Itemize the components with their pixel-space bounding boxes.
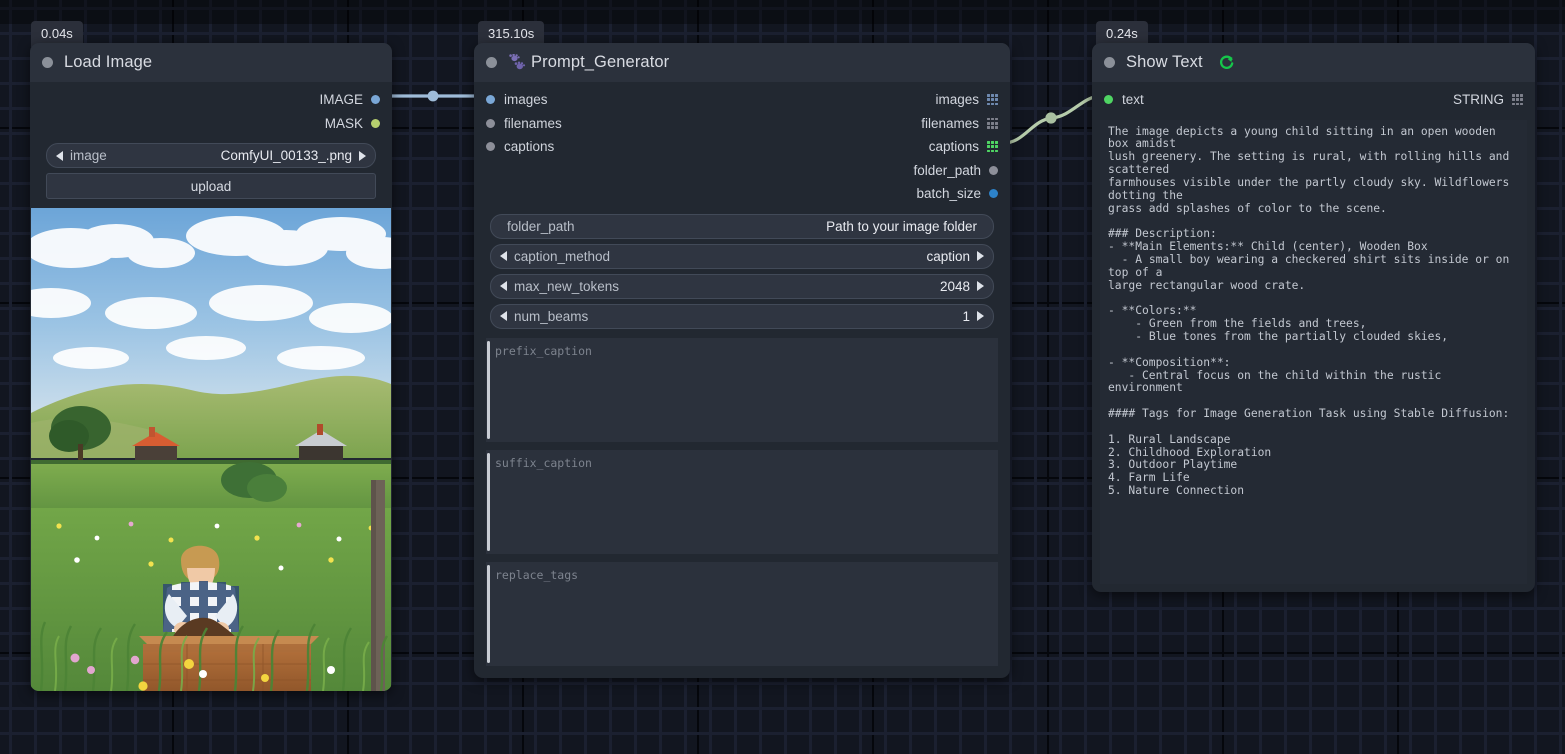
node-title-label: Load Image	[64, 53, 153, 71]
widget-folder-path[interactable]: folder_path Path to your image folder	[490, 213, 994, 239]
textarea-placeholder: suffix_caption	[495, 455, 592, 470]
output-slot-label: folder_path	[913, 162, 981, 178]
textarea-gap	[474, 553, 1010, 562]
paw-prints-icon	[508, 54, 527, 71]
show-text-output-panel[interactable]: The image depicts a young child sitting …	[1100, 119, 1527, 584]
widget-label: max_new_tokens	[514, 278, 620, 294]
input-slot-label: filenames	[504, 115, 562, 131]
widget-value: 1	[962, 308, 970, 324]
captions-output-grid-icon[interactable]	[987, 141, 998, 153]
refresh-icon[interactable]	[1218, 54, 1235, 71]
output-slot-label: MASK	[324, 115, 363, 131]
widget-value: caption	[926, 248, 970, 264]
textarea-gap	[474, 441, 1010, 450]
textarea-scrollbar[interactable]	[487, 564, 490, 663]
textarea-placeholder: prefix_caption	[495, 343, 592, 358]
widget-label: folder_path	[507, 218, 575, 234]
node-title-bar-show-text[interactable]: Show Text	[1092, 43, 1535, 82]
slot-row-filenames[interactable]: filenames filenames	[474, 112, 1010, 136]
textarea-scrollbar[interactable]	[487, 452, 490, 551]
widget-value: 2048	[939, 278, 970, 294]
chevron-left-icon[interactable]	[500, 281, 507, 291]
widget-value: ComfyUI_00133_.png	[220, 148, 352, 163]
textarea-suffix-caption[interactable]: suffix_caption	[486, 449, 998, 554]
filenames-output-grid-icon[interactable]	[987, 117, 998, 129]
node-load-image[interactable]: Load Image IMAGE MASK image ComfyUI_0013…	[30, 43, 392, 691]
slot-row-captions[interactable]: captions captions	[474, 135, 1010, 159]
slot-row-images[interactable]: images images	[474, 88, 1010, 112]
textarea-scrollbar[interactable]	[487, 340, 490, 439]
chevron-right-icon[interactable]	[977, 281, 984, 291]
node-body-load-image: IMAGE MASK image ComfyUI_00133_.png uplo…	[30, 82, 392, 691]
folder-path-output-dot-icon[interactable]	[989, 165, 998, 175]
output-slot-label: captions	[928, 139, 979, 155]
node-show-text[interactable]: Show Text text STRING The image depicts …	[1092, 43, 1535, 592]
upload-button-label: upload	[190, 178, 232, 194]
slot-row-batch-size-output[interactable]: batch_size	[474, 182, 1010, 206]
output-slot-label: batch_size	[916, 186, 981, 202]
output-slot-image[interactable]: IMAGE	[30, 88, 392, 112]
captions-input-dot-icon[interactable]	[486, 142, 495, 152]
collapse-dot-icon[interactable]	[486, 57, 497, 68]
text-input-dot-icon[interactable]	[1104, 95, 1113, 105]
chevron-left-icon[interactable]	[500, 251, 507, 261]
mask-output-dot-icon[interactable]	[371, 118, 380, 128]
node-title-bar-prompt-generator[interactable]: Prompt_Generator	[474, 43, 1010, 82]
node-body-prompt-generator: images images filenames filenames captio…	[474, 82, 1010, 678]
loaded-image-preview	[31, 208, 391, 691]
chevron-right-icon[interactable]	[977, 251, 984, 261]
node-title-bar-load-image[interactable]: Load Image	[30, 43, 392, 82]
output-slot-label: images	[935, 92, 979, 108]
chevron-right-icon[interactable]	[359, 150, 366, 161]
output-slot-label: filenames	[921, 115, 979, 131]
show-text-content: The image depicts a young child sitting …	[1108, 124, 1510, 498]
collapse-dot-icon[interactable]	[1104, 57, 1115, 68]
textarea-placeholder: replace_tags	[495, 567, 579, 582]
string-output-grid-icon[interactable]	[1512, 94, 1523, 106]
image-output-dot-icon[interactable]	[371, 95, 380, 105]
chevron-right-icon[interactable]	[977, 311, 984, 321]
widget-num-beams[interactable]: num_beams 1	[490, 303, 994, 329]
widget-label: num_beams	[514, 308, 589, 324]
output-slot-label: STRING	[1452, 92, 1504, 108]
upload-button[interactable]: upload	[46, 173, 376, 199]
filenames-input-dot-icon[interactable]	[486, 118, 495, 128]
output-slot-mask[interactable]: MASK	[30, 112, 392, 136]
images-output-grid-icon[interactable]	[987, 94, 998, 106]
input-slot-label: captions	[504, 139, 555, 155]
image-preview-container[interactable]	[31, 208, 391, 691]
textarea-replace-tags[interactable]: replace_tags	[486, 561, 998, 666]
chevron-left-icon[interactable]	[500, 311, 507, 321]
batch-size-output-dot-icon[interactable]	[989, 189, 998, 199]
node-body-show-text: text STRING The image depicts a young ch…	[1092, 82, 1535, 592]
images-input-dot-icon[interactable]	[486, 95, 495, 105]
node-title-label: Show Text	[1126, 53, 1203, 71]
slot-row-folder-path-output[interactable]: folder_path	[474, 159, 1010, 183]
widget-max-new-tokens[interactable]: max_new_tokens 2048	[490, 273, 994, 299]
widget-label: caption_method	[514, 248, 611, 264]
widget-label: image	[70, 148, 107, 163]
node-title-label: Prompt_Generator	[531, 53, 670, 71]
chevron-left-icon[interactable]	[56, 150, 63, 161]
output-slot-label: IMAGE	[319, 92, 363, 108]
collapse-dot-icon[interactable]	[42, 57, 53, 68]
widget-list-prompt-generator: folder_path Path to your image folder ca…	[474, 206, 1010, 329]
node-prompt-generator[interactable]: Prompt_Generator images images filenames…	[474, 43, 1010, 678]
widget-list-load-image: image ComfyUI_00133_.png upload	[30, 135, 392, 199]
input-slot-label: images	[504, 92, 548, 108]
widget-value: Path to your image folder	[826, 218, 977, 234]
input-slot-label: text	[1122, 92, 1144, 108]
textarea-prefix-caption[interactable]: prefix_caption	[486, 337, 998, 442]
widget-caption-method[interactable]: caption_method caption	[490, 243, 994, 269]
slot-row-text[interactable]: text STRING	[1092, 88, 1535, 112]
widget-image-combo[interactable]: image ComfyUI_00133_.png	[46, 143, 376, 168]
